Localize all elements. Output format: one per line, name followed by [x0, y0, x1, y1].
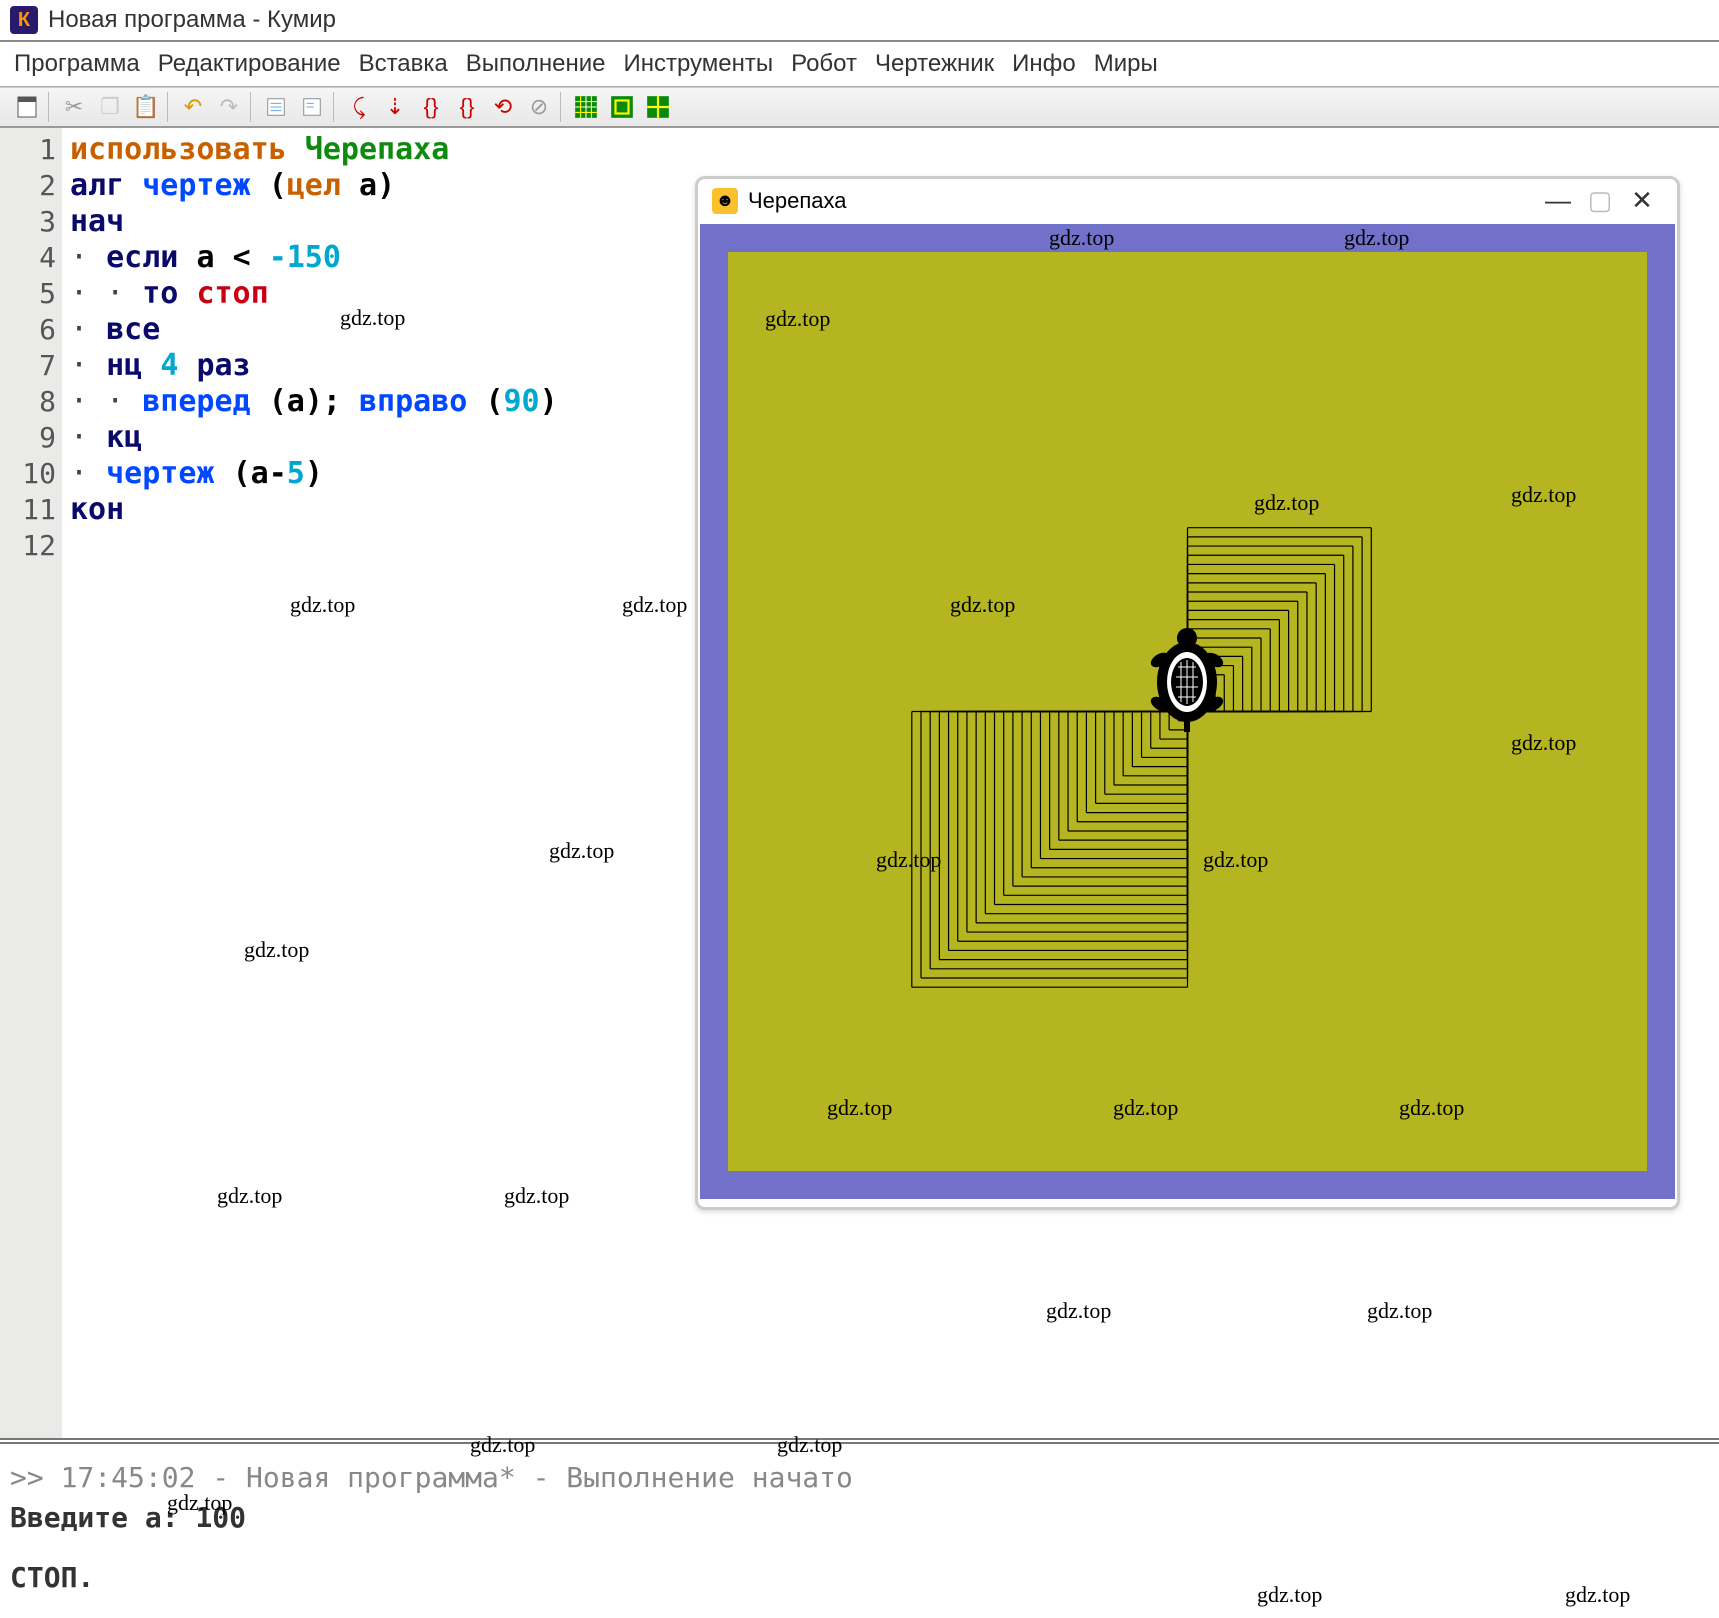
turtle-app-icon: ☻ [712, 188, 738, 214]
copy-icon[interactable]: ❐ [95, 92, 125, 122]
run-icon[interactable]: ⤹ [344, 92, 374, 122]
menu-robot[interactable]: Робот [785, 48, 863, 80]
line-number: 1 [0, 132, 56, 168]
window-title: Новая программа - Кумир [48, 6, 336, 34]
titlebar: К Новая программа - Кумир [0, 0, 1719, 42]
console-stop: СТОП. [10, 1558, 1709, 1598]
menubar: Программа Редактирование Вставка Выполне… [0, 42, 1719, 87]
line-number: 5 [0, 276, 56, 312]
console-separator [0, 1438, 1719, 1454]
redo-icon[interactable]: ↷ [214, 92, 244, 122]
menu-draftsman[interactable]: Чертежник [869, 48, 1000, 80]
undo-icon[interactable]: ↶ [178, 92, 208, 122]
menu-edit[interactable]: Редактирование [152, 48, 347, 80]
turtle-canvas [700, 224, 1675, 1199]
menu-tools[interactable]: Инструменты [617, 48, 779, 80]
close-icon[interactable]: ✕ [1621, 185, 1663, 216]
grid3-icon[interactable] [643, 92, 673, 122]
doc2-icon[interactable] [297, 92, 327, 122]
brace2-icon[interactable]: {} [452, 92, 482, 122]
minimize-icon[interactable]: — [1537, 185, 1579, 216]
brace1-icon[interactable]: {} [416, 92, 446, 122]
grid1-icon[interactable] [571, 92, 601, 122]
doc1-icon[interactable] [261, 92, 291, 122]
line-number: 10 [0, 456, 56, 492]
app-icon: К [10, 6, 38, 34]
menu-program[interactable]: Программа [8, 48, 146, 80]
turtle-window[interactable]: ☻ Черепаха — ▢ ✕ [695, 176, 1680, 1210]
line-number: 6 [0, 312, 56, 348]
turtle-titlebar[interactable]: ☻ Черепаха — ▢ ✕ [698, 179, 1677, 222]
cut-icon[interactable]: ✂ [59, 92, 89, 122]
turtle-title: Черепаха [748, 188, 847, 214]
console-input-label: Введите a: [10, 1501, 179, 1534]
save-icon[interactable] [12, 92, 42, 122]
line-number: 9 [0, 420, 56, 456]
line-number: 2 [0, 168, 56, 204]
line-number: 12 [0, 528, 56, 564]
step-icon[interactable]: ⇣ [380, 92, 410, 122]
line-number: 3 [0, 204, 56, 240]
maximize-icon[interactable]: ▢ [1579, 185, 1621, 216]
paste-icon[interactable]: 📋 [131, 92, 161, 122]
line-number: 7 [0, 348, 56, 384]
console-output: >> 17:45:02 - Новая программа* - Выполне… [0, 1454, 1719, 1602]
line-number: 4 [0, 240, 56, 276]
line-gutter: 1 2 3 4 5 6 7 8 9 10 11 12 [0, 128, 62, 1438]
turtle-drawing [728, 252, 1647, 1171]
line-number: 11 [0, 492, 56, 528]
console-input-value: 100 [195, 1501, 246, 1534]
toolbar: ✂ ❐ 📋 ↶ ↷ ⤹ ⇣ {} {} ⟲ ⊘ [0, 87, 1719, 128]
menu-info[interactable]: Инфо [1006, 48, 1082, 80]
brace3-icon[interactable]: ⟲ [488, 92, 518, 122]
menu-run[interactable]: Выполнение [460, 48, 612, 80]
grid2-icon[interactable] [607, 92, 637, 122]
menu-worlds[interactable]: Миры [1088, 48, 1164, 80]
menu-insert[interactable]: Вставка [353, 48, 454, 80]
line-number: 8 [0, 384, 56, 420]
stop-icon[interactable]: ⊘ [524, 92, 554, 122]
